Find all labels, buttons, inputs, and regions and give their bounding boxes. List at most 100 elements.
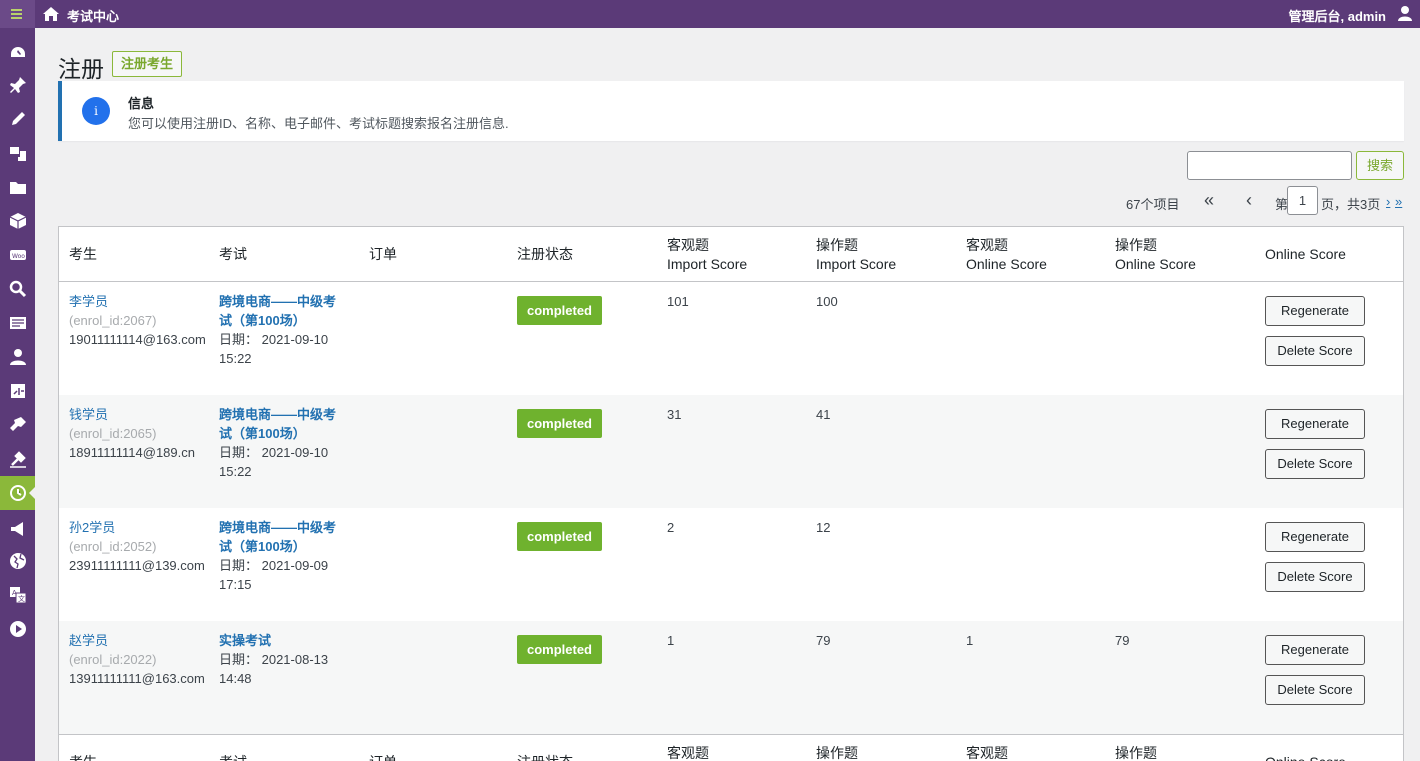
sidebar-item-media[interactable] xyxy=(0,136,35,170)
current-page-input[interactable]: 1 xyxy=(1287,186,1318,215)
delete-score-button[interactable]: Delete Score xyxy=(1265,675,1365,705)
status-badge: completed xyxy=(517,635,602,664)
exam-date: 日期： 2021-09-10 15:22 xyxy=(219,332,329,366)
header-col-2: 订单 xyxy=(369,246,397,262)
header-col-4: 客观题 Import Score xyxy=(667,236,748,272)
add-student-button[interactable]: 注册考生 xyxy=(112,51,183,77)
status-badge: completed xyxy=(517,296,602,325)
globe-icon xyxy=(9,553,26,569)
sidebar-item-dashboard[interactable] xyxy=(0,36,35,70)
objective-import-score: 31 xyxy=(667,407,682,422)
svg-text:Woo: Woo xyxy=(12,253,25,260)
header-col-8: Online Score xyxy=(1265,246,1346,262)
header-col-3: 注册状态 xyxy=(517,246,573,262)
operation-import-score: 41 xyxy=(816,407,831,422)
sidebar-item-tools[interactable] xyxy=(0,374,35,408)
first-page-button[interactable]: « xyxy=(1204,190,1214,211)
sidebar-item-folder[interactable] xyxy=(0,170,35,204)
next-page-link[interactable]: › xyxy=(1386,194,1390,209)
sidebar-item-user[interactable] xyxy=(0,340,35,374)
exam-title-link[interactable]: 跨境电商——中级考试（第100场） xyxy=(219,292,341,330)
sidebar-item-pencil[interactable] xyxy=(0,102,35,136)
student-email: 13911111111@163.com xyxy=(69,671,205,686)
search-button[interactable]: 搜索 xyxy=(1356,151,1404,180)
header-col-6: 客观题 Online Score xyxy=(966,236,1047,272)
translate-icon: A文 xyxy=(9,587,26,604)
sidebar-item-plugin[interactable] xyxy=(0,408,35,442)
exam-title-link[interactable]: 跨境电商——中级考试（第100场） xyxy=(219,405,341,443)
search-icon xyxy=(9,280,26,298)
exam-cell: 跨境电商——中级考试（第100场） 日期： 2021-09-09 17:15 xyxy=(219,518,341,594)
exam-cell: 实操考试 日期： 2021-08-13 14:48 xyxy=(219,631,341,688)
megaphone-icon xyxy=(10,522,23,536)
sidebar-item-translate[interactable]: A文 xyxy=(0,578,35,612)
operation-import-score: 12 xyxy=(816,520,831,535)
student-cell: 钱学员 (enrol_id:2065) 18911111114@189.cn xyxy=(69,405,209,462)
dashboard-icon xyxy=(10,47,25,57)
admin-top-bar: 考试中心 管理后台, admin xyxy=(0,0,1420,28)
table-body: 李学员 (enrol_id:2067) 19011111114@163.com 跨境电… xyxy=(59,282,1403,734)
student-name-link[interactable]: 李学员 xyxy=(69,292,209,311)
pencil-icon xyxy=(11,112,25,125)
enrolments-table: 考生 考试 订单 注册状态 客观题 Import Score 操作题 Import Sco… xyxy=(58,226,1404,761)
footer-col-6: 客观题 Online Score xyxy=(966,744,1008,761)
home-icon[interactable] xyxy=(42,5,60,23)
footer-col-7: 操作题 Online Score xyxy=(1115,744,1157,761)
sidebar-item-megaphone[interactable] xyxy=(0,512,35,546)
regenerate-button[interactable]: Regenerate xyxy=(1265,522,1365,552)
enrol-id: (enrol_id:2052) xyxy=(69,539,157,554)
status-badge: completed xyxy=(517,409,602,438)
student-email: 19011111114@163.com xyxy=(69,332,206,347)
menu-toggle-button[interactable] xyxy=(0,0,35,28)
operation-online-score: 79 xyxy=(1115,633,1130,648)
regenerate-button[interactable]: Regenerate xyxy=(1265,296,1365,326)
regenerate-button[interactable]: Regenerate xyxy=(1265,635,1365,665)
item-count: 67个项目 xyxy=(1126,197,1180,212)
table-footer: 考生 考试 订单 注册状态 客观题 Import Score 操作题 Import Sco… xyxy=(59,734,1403,761)
student-cell: 李学员 (enrol_id:2067) 19011111114@163.com xyxy=(69,292,209,349)
sidebar-item-woo[interactable]: Woo xyxy=(0,238,35,272)
form-icon xyxy=(9,317,26,329)
enrol-id: (enrol_id:2067) xyxy=(69,313,157,328)
footer-col-4: 客观题 Import Score xyxy=(667,744,709,761)
table-row: 李学员 (enrol_id:2067) 19011111114@163.com 跨境电… xyxy=(59,282,1403,395)
table-row: 孙2学员 (enrol_id:2052) 23911111111@139.com 跨境… xyxy=(59,508,1403,621)
footer-col-1: 考试 xyxy=(219,735,247,761)
svg-text:文: 文 xyxy=(18,594,25,603)
last-page-link[interactable]: » xyxy=(1395,194,1402,209)
sidebar-item-exam[interactable] xyxy=(0,476,35,510)
table-row: 赵学员 (enrol_id:2022) 13911111111@163.com 实操考… xyxy=(59,621,1403,734)
student-name-link[interactable]: 孙2学员 xyxy=(69,518,209,537)
sidebar-item-search[interactable] xyxy=(0,272,35,306)
account-name[interactable]: 管理后台, admin xyxy=(1288,6,1386,25)
regenerate-button[interactable]: Regenerate xyxy=(1265,409,1365,439)
header-col-5: 操作题 Import Score xyxy=(816,236,897,272)
sidebar-item-globe[interactable] xyxy=(0,544,35,578)
tools-icon xyxy=(10,384,25,398)
footer-col-0: 考生 xyxy=(69,735,97,761)
exam-date: 日期： 2021-09-09 17:15 xyxy=(219,558,329,592)
operation-import-score: 79 xyxy=(816,633,831,648)
student-name-link[interactable]: 赵学员 xyxy=(69,631,209,650)
sidebar-item-settings[interactable] xyxy=(0,442,35,476)
sidebar-item-play[interactable] xyxy=(0,612,35,646)
objective-import-score: 1 xyxy=(667,633,675,648)
exam-cell: 跨境电商——中级考试（第100场） 日期： 2021-09-10 15:22 xyxy=(219,292,341,368)
exam-title-link[interactable]: 实操考试 xyxy=(219,631,341,650)
student-name-link[interactable]: 钱学员 xyxy=(69,405,209,424)
search-input[interactable] xyxy=(1187,151,1352,180)
sidebar-item-box[interactable] xyxy=(0,204,35,238)
student-email: 18911111114@189.cn xyxy=(69,445,195,460)
delete-score-button[interactable]: Delete Score xyxy=(1265,449,1365,479)
exam-title-link[interactable]: 跨境电商——中级考试（第100场） xyxy=(219,518,341,556)
sidebar-item-form[interactable] xyxy=(0,306,35,340)
status-badge: completed xyxy=(517,522,602,551)
objective-import-score: 101 xyxy=(667,294,689,309)
sidebar-item-pin[interactable] xyxy=(0,68,35,102)
delete-score-button[interactable]: Delete Score xyxy=(1265,336,1365,366)
delete-score-button[interactable]: Delete Score xyxy=(1265,562,1365,592)
site-title[interactable]: 考试中心 xyxy=(67,6,119,25)
box-icon xyxy=(9,213,26,229)
prev-page-button[interactable]: ‹ xyxy=(1246,190,1252,211)
user-avatar-icon[interactable] xyxy=(1396,4,1414,22)
